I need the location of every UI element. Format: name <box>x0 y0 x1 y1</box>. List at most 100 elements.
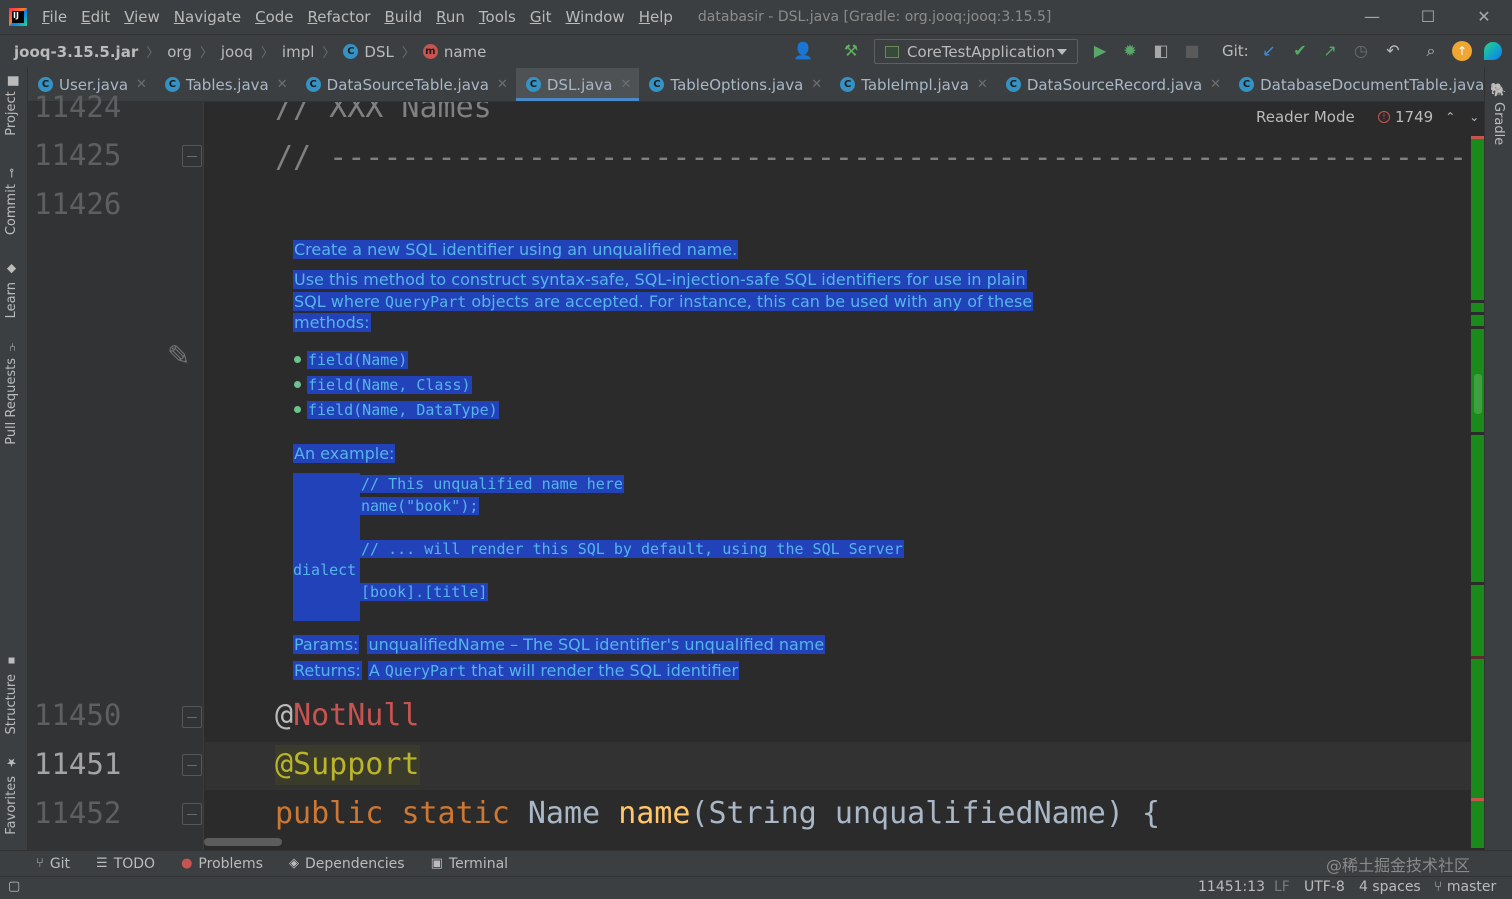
rollback-icon[interactable]: ↶ <box>1382 40 1404 62</box>
fold-toggle-icon[interactable] <box>182 754 202 776</box>
git-branch-widget[interactable]: ⑂ master <box>1434 879 1496 895</box>
doc-code-ref[interactable]: field(Name, DataType) <box>307 401 499 419</box>
breadcrumb-name[interactable]: m name <box>422 43 486 61</box>
menu-git[interactable]: Git <box>523 0 559 34</box>
tab-tableimpl-java[interactable]: C TableImpl.java ✕ <box>830 68 996 101</box>
breadcrumb-separator: 〉 <box>260 46 274 61</box>
minimize-button[interactable]: — <box>1344 0 1400 34</box>
build-hammer-icon[interactable]: ⚒ <box>840 40 862 62</box>
stop-icon[interactable]: ■ <box>1181 40 1203 62</box>
breadcrumb-jar[interactable]: jooq-3.15.5.jar <box>14 43 138 61</box>
chevron-down-icon[interactable]: ⌄ <box>1469 110 1479 124</box>
tool-windows-toggle-icon[interactable]: ▢ <box>8 879 20 894</box>
pull-requests-tool-button[interactable]: Pull Requests ⑂ <box>4 340 19 445</box>
learn-tool-button[interactable]: Learn ◆ <box>4 262 19 318</box>
close-icon[interactable]: ✕ <box>811 77 822 92</box>
editor-tab-bar: C User.java ✕ C Tables.java ✕ C DataSourceTab… <box>28 68 1503 102</box>
problems-tool-button[interactable]: ● Problems <box>181 856 263 872</box>
debug-bug-icon[interactable]: ✹ <box>1119 40 1141 62</box>
git-update-icon[interactable]: ↙ <box>1258 40 1280 62</box>
file-encoding[interactable]: UTF-8 <box>1304 879 1345 895</box>
breadcrumb-dsl[interactable]: C DSL <box>343 43 394 61</box>
error-stripe[interactable] <box>1471 136 1484 848</box>
todo-tool-button[interactable]: ☰ TODO <box>96 856 155 872</box>
menu-run[interactable]: Run <box>429 0 472 34</box>
breadcrumb-jooq[interactable]: jooq <box>221 43 253 61</box>
close-icon[interactable]: ✕ <box>497 77 508 92</box>
git-history-icon[interactable]: ◷ <box>1350 40 1372 62</box>
horizontal-scroll-thumb[interactable] <box>204 838 282 846</box>
close-icon[interactable]: ✕ <box>136 77 147 92</box>
project-tool-button[interactable]: Project ▆ <box>4 76 19 136</box>
menu-tools[interactable]: Tools <box>472 0 523 34</box>
menu-view[interactable]: View <box>117 0 167 34</box>
close-window-button[interactable]: ✕ <box>1456 0 1512 34</box>
menu-navigate[interactable]: Navigate <box>167 0 248 34</box>
edit-pencil-icon[interactable]: ✎ <box>167 339 190 372</box>
code-method-signature: public static Name name(String unqualifi… <box>275 794 1160 834</box>
code-annotation-notnull: @NotNull <box>275 698 420 733</box>
structure-tool-button[interactable]: Structure ▪ <box>4 654 19 734</box>
class-icon: C <box>343 44 359 59</box>
doc-code-ref[interactable]: QueryPart <box>385 662 466 680</box>
menu-window[interactable]: Window <box>559 0 632 34</box>
tab-datasourcetable-java[interactable]: C DataSourceTable.java ✕ <box>296 68 516 101</box>
favorites-tool-button[interactable]: Favorites ★ <box>4 756 19 835</box>
dependencies-tool-button[interactable]: ◈ Dependencies <box>289 856 405 872</box>
git-label: Git: <box>1222 42 1249 60</box>
line-number: 11424 <box>34 90 122 124</box>
close-icon[interactable]: ✕ <box>1210 77 1221 92</box>
search-icon[interactable]: ⌕ <box>1420 40 1442 62</box>
terminal-tool-button[interactable]: ▣ Terminal <box>431 856 508 872</box>
menu-code[interactable]: Code <box>248 0 300 34</box>
stripe-error-mark[interactable] <box>1471 798 1484 801</box>
tab-databasedocumenttable-java[interactable]: CDatabaseDocumentTable.java✕ <box>1229 68 1511 101</box>
tab-tableoptions-java[interactable]: C TableOptions.java ✕ <box>639 68 830 101</box>
doc-code-ref[interactable]: QueryPart <box>385 293 466 311</box>
git-push-icon[interactable]: ↗ <box>1319 40 1341 62</box>
menu-bar: IJ File Edit View Navigate Code Refactor… <box>0 0 1512 34</box>
run-icon[interactable]: ▶ <box>1089 40 1111 62</box>
update-arrow-icon[interactable]: ↑ <box>1452 41 1472 61</box>
problems-indicator[interactable]: ! 1749 ⌃ ⌄ <box>1378 108 1479 126</box>
bottom-tool-window-bar: ⑂ Git ☰ TODO ● Problems ◈ Dependencies ▣ Term… <box>0 850 1512 876</box>
menu-file[interactable]: File <box>35 0 74 34</box>
maximize-button[interactable]: ☐ <box>1400 0 1456 34</box>
navigation-bar: jooq-3.15.5.jar 〉 org 〉 jooq 〉 impl 〉 CD… <box>0 34 1512 68</box>
stripe-error-mark[interactable] <box>1471 656 1484 659</box>
commit-tool-button[interactable]: Commit ⊸ <box>4 168 19 235</box>
close-icon[interactable]: ✕ <box>277 77 288 92</box>
tab-tables-java[interactable]: C Tables.java ✕ <box>155 68 296 101</box>
tab-dsl-java[interactable]: C DSL.java ✕ <box>515 68 640 101</box>
menu-refactor[interactable]: Refactor <box>301 0 378 34</box>
fold-toggle-icon[interactable] <box>182 706 202 728</box>
menu-edit[interactable]: Edit <box>74 0 117 34</box>
line-separator[interactable]: LF <box>1274 879 1290 895</box>
breadcrumb-impl[interactable]: impl <box>282 43 314 61</box>
code-editor[interactable]: // XXX Names // ------------------------… <box>205 102 1471 850</box>
reader-mode-button[interactable]: Reader Mode <box>1256 108 1355 126</box>
menu-build[interactable]: Build <box>377 0 429 34</box>
user-dropdown-icon[interactable]: 👤▾ <box>792 40 814 82</box>
caret-position[interactable]: 11451:13 <box>1198 879 1265 895</box>
close-icon[interactable]: ✕ <box>977 77 988 92</box>
tab-datasourcerecord-java[interactable]: C DataSourceRecord.java ✕ <box>996 68 1229 101</box>
menu-help[interactable]: Help <box>632 0 680 34</box>
git-tool-button[interactable]: ⑂ Git <box>36 856 70 872</box>
gradle-tool-button[interactable]: 🐘 Gradle <box>1491 82 1506 145</box>
fold-toggle-icon[interactable] <box>182 803 202 825</box>
git-commit-check-icon[interactable]: ✔ <box>1289 40 1311 62</box>
scroll-thumb[interactable] <box>1474 374 1482 414</box>
doc-code-ref[interactable]: field(Name, Class) <box>307 376 472 394</box>
window-title: databasir - DSL.java [Gradle: org.jooq:j… <box>697 9 1052 25</box>
chevron-up-icon[interactable]: ⌃ <box>1445 110 1455 124</box>
fold-toggle-icon[interactable] <box>182 145 202 167</box>
indent-setting[interactable]: 4 spaces <box>1359 879 1421 895</box>
coverage-icon[interactable]: ◧ <box>1150 40 1172 62</box>
plugin-logo-icon[interactable] <box>1484 42 1502 60</box>
stripe-error-mark[interactable] <box>1471 136 1484 139</box>
breadcrumb-org[interactable]: org <box>167 43 192 61</box>
close-icon[interactable]: ✕ <box>621 77 632 92</box>
run-configuration-select[interactable]: CoreTestApplication <box>874 39 1078 64</box>
doc-code-ref[interactable]: field(Name) <box>307 351 409 369</box>
